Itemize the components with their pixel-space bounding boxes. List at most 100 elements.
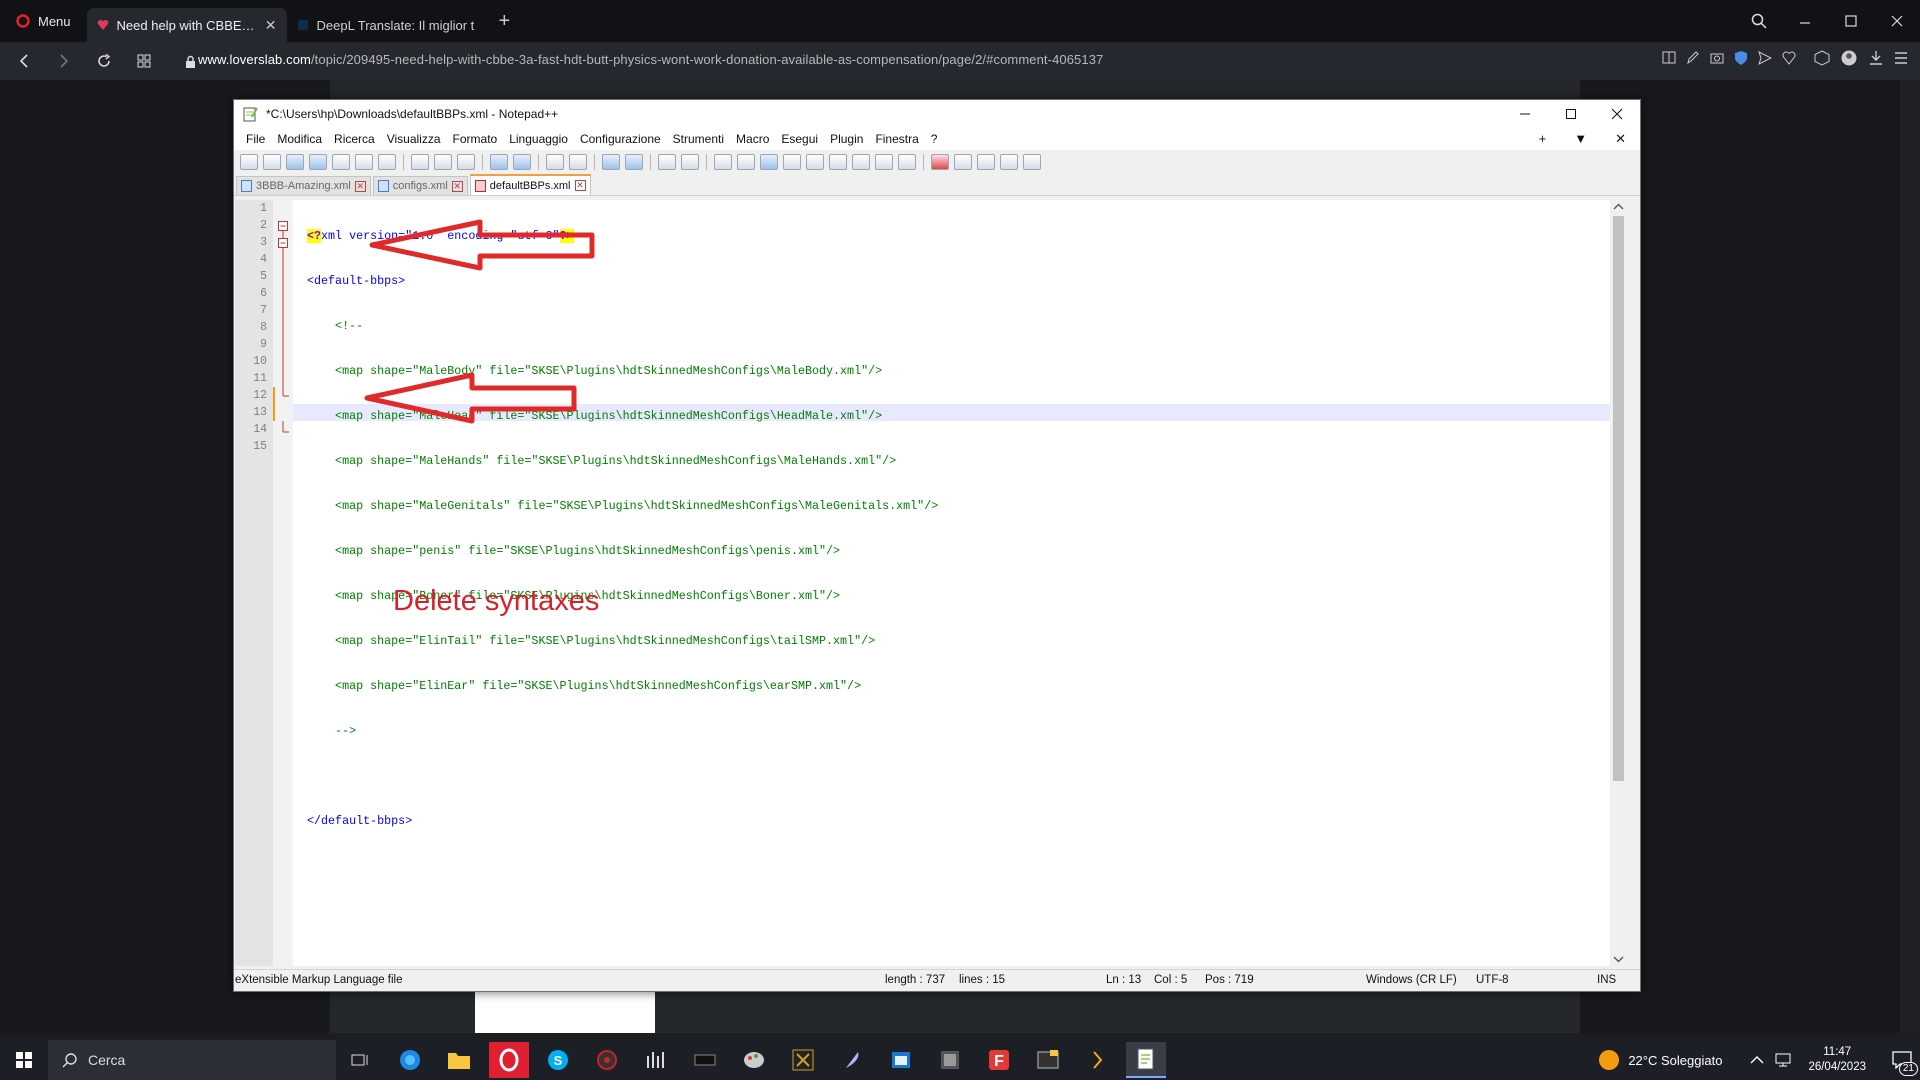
paste-icon[interactable]	[457, 154, 475, 170]
new-file-icon[interactable]	[240, 154, 258, 170]
terminal-app-icon[interactable]	[1028, 1044, 1068, 1076]
close-tab-icon[interactable]: ✕	[451, 180, 463, 192]
file-explorer-icon[interactable]	[439, 1044, 479, 1076]
forward-icon[interactable]	[48, 54, 80, 68]
search-tabs-icon[interactable]	[1736, 13, 1782, 29]
menu-macro[interactable]: Macro	[730, 132, 775, 146]
doc-tab-defaultbbps[interactable]: defaultBBPs.xml ✕	[469, 174, 591, 195]
chevron-right-icon[interactable]	[1077, 1044, 1117, 1076]
camera-icon[interactable]	[1710, 50, 1724, 66]
status-encoding[interactable]: UTF-8	[1476, 974, 1509, 986]
open-file-icon[interactable]	[263, 154, 281, 170]
menu-ricerca[interactable]: Ricerca	[328, 132, 381, 146]
function-list-icon[interactable]	[852, 154, 870, 170]
monitoring-icon[interactable]	[898, 154, 916, 170]
sync-vertical-icon[interactable]	[658, 154, 676, 170]
skype-icon[interactable]: S	[538, 1044, 578, 1076]
feather-app-icon[interactable]	[832, 1044, 872, 1076]
new-document-plus-button[interactable]: +	[1533, 131, 1553, 147]
game-app-icon[interactable]	[587, 1044, 627, 1076]
browser-tab-loverslab[interactable]: Need help with CBBE 3A Fa ✕	[86, 8, 287, 42]
heart-icon[interactable]	[1782, 50, 1796, 66]
menu-modifica[interactable]: Modifica	[271, 132, 328, 146]
status-eol[interactable]: Windows (CR LF)	[1366, 974, 1457, 986]
menu-strumenti[interactable]: Strumenti	[667, 132, 730, 146]
mod-organizer-icon[interactable]	[930, 1044, 970, 1076]
zoom-out-icon[interactable]	[625, 154, 643, 170]
network-app-icon[interactable]	[636, 1044, 676, 1076]
reload-icon[interactable]	[88, 54, 120, 68]
profile-avatar-icon[interactable]	[1840, 50, 1858, 66]
indent-guide-icon[interactable]	[760, 154, 778, 170]
menu-linguaggio[interactable]: Linguaggio	[503, 132, 574, 146]
word-wrap-icon[interactable]	[714, 154, 732, 170]
tiles-icon[interactable]	[128, 54, 160, 68]
close-tab-icon[interactable]: ✕	[265, 17, 277, 34]
edit-icon[interactable]	[1686, 50, 1700, 66]
tray-chevron-up-icon[interactable]	[1750, 1055, 1764, 1065]
menu-plugin[interactable]: Plugin	[824, 132, 869, 146]
document-list-icon[interactable]	[829, 154, 847, 170]
edge-icon[interactable]	[390, 1044, 430, 1076]
cut-icon[interactable]	[411, 154, 429, 170]
new-tab-button[interactable]: +	[487, 10, 523, 33]
url-field[interactable]: www.loverslab.com/topic/209495-need-help…	[198, 52, 1103, 67]
minimize-icon[interactable]	[1502, 100, 1548, 128]
page-scrollbar[interactable]	[1900, 80, 1920, 1033]
doc-tab-3bbb-amazing[interactable]: 3BBB-Amazing.xml ✕	[236, 176, 371, 195]
close-all-icon[interactable]	[355, 154, 373, 170]
save-icon[interactable]	[286, 154, 304, 170]
sync-horizontal-icon[interactable]	[681, 154, 699, 170]
menu-configurazione[interactable]: Configurazione	[574, 132, 667, 146]
launcher-app-icon[interactable]	[783, 1044, 823, 1076]
replace-icon[interactable]	[569, 154, 587, 170]
fold-margin[interactable]	[273, 200, 293, 966]
send-icon[interactable]	[1758, 50, 1772, 66]
taskbar-search-box[interactable]: Cerca	[48, 1040, 336, 1080]
reader-icon[interactable]	[1662, 50, 1676, 66]
doc-tab-configs[interactable]: configs.xml ✕	[372, 176, 468, 195]
close-file-icon[interactable]	[332, 154, 350, 170]
back-icon[interactable]	[8, 54, 40, 68]
network-icon[interactable]	[1774, 1052, 1792, 1068]
tab-list-dropdown-button[interactable]: ▼	[1568, 131, 1593, 147]
menu-file[interactable]: File	[240, 132, 271, 146]
scroll-down-icon[interactable]	[1610, 952, 1627, 966]
status-insert-mode[interactable]: INS	[1597, 974, 1616, 986]
easy-setup-icon[interactable]	[1894, 50, 1908, 66]
f-app-icon[interactable]: F	[979, 1044, 1019, 1076]
weather-text[interactable]: 22°C Soleggiato	[1628, 1053, 1722, 1068]
close-icon[interactable]	[1874, 15, 1920, 27]
nvidia-app-icon[interactable]	[685, 1044, 725, 1076]
opera-taskbar-icon[interactable]	[489, 1042, 529, 1078]
save-macro-icon[interactable]	[1023, 154, 1041, 170]
clock[interactable]: 11:47 26/04/2023	[1808, 1045, 1866, 1075]
window-app-icon[interactable]	[881, 1044, 921, 1076]
box-icon[interactable]	[1814, 50, 1830, 66]
document-map-icon[interactable]	[806, 154, 824, 170]
find-icon[interactable]	[546, 154, 564, 170]
code-editor[interactable]: 1 2 3 4 5 6 7 8 9 10 11 12 13 14 15 <?xm…	[235, 200, 1627, 966]
menu-visualizza[interactable]: Visualizza	[381, 132, 447, 146]
close-tab-icon[interactable]: ✕	[354, 180, 366, 192]
editor-vertical-scrollbar[interactable]	[1610, 200, 1627, 966]
minimize-icon[interactable]	[1782, 15, 1828, 27]
show-all-characters-icon[interactable]	[737, 154, 755, 170]
opera-menu-button[interactable]: Menu	[0, 0, 87, 42]
menu-finestra[interactable]: Finestra	[869, 132, 924, 146]
playback-macro-icon[interactable]	[977, 154, 995, 170]
print-icon[interactable]	[378, 154, 396, 170]
scrollbar-thumb[interactable]	[1613, 216, 1624, 781]
redo-icon[interactable]	[513, 154, 531, 170]
task-view-icon[interactable]	[340, 1044, 380, 1076]
define-language-icon[interactable]	[783, 154, 801, 170]
notification-center-button[interactable]: 21	[1884, 1040, 1920, 1080]
zoom-in-icon[interactable]	[602, 154, 620, 170]
start-button[interactable]	[0, 1052, 48, 1068]
save-all-icon[interactable]	[309, 154, 327, 170]
menu-esegui[interactable]: Esegui	[775, 132, 824, 146]
record-macro-icon[interactable]	[931, 154, 949, 170]
close-icon[interactable]	[1594, 100, 1640, 128]
stop-recording-icon[interactable]	[954, 154, 972, 170]
undo-icon[interactable]	[490, 154, 508, 170]
